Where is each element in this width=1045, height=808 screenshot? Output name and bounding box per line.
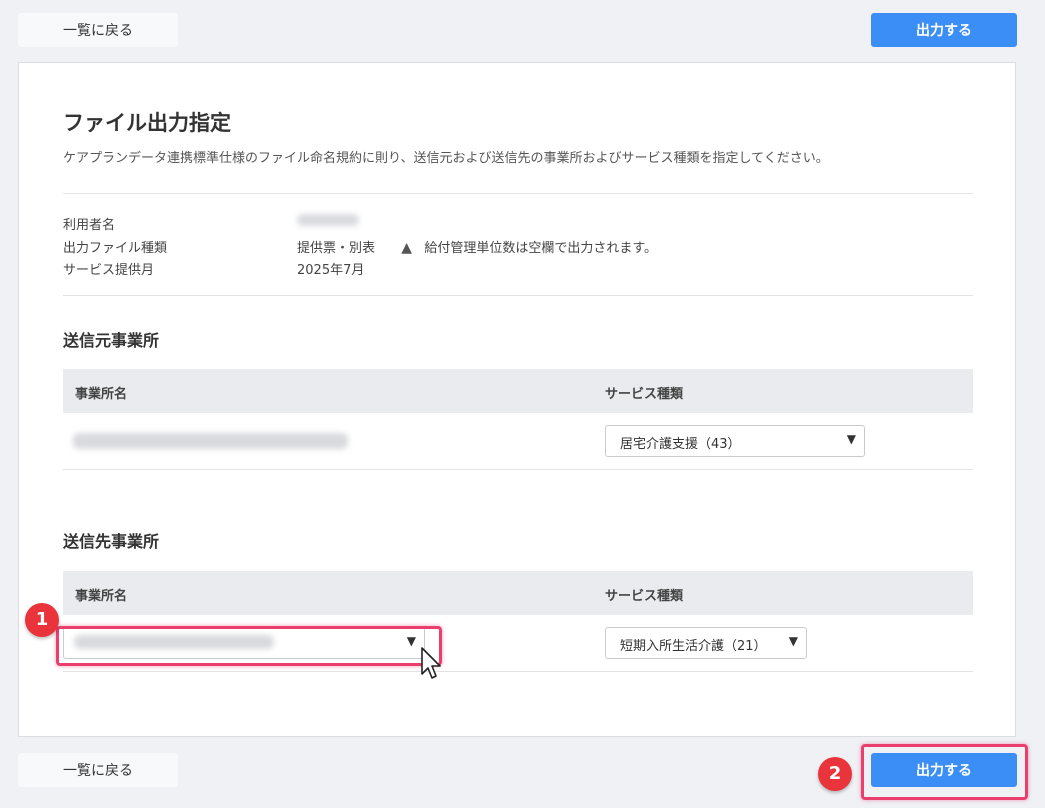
divider bbox=[63, 295, 973, 296]
receiver-col-service: サービス種類 bbox=[605, 589, 684, 604]
chevron-down-icon: ▼ bbox=[788, 634, 798, 648]
service-month-value: 2025年7月 bbox=[297, 263, 365, 278]
divider bbox=[63, 193, 973, 194]
page-description: ケアプランデータ連携標準仕様のファイル命名規約に則り、送信元および送信先の事業所… bbox=[63, 151, 829, 166]
sender-service-value: 居宅介護支援（43） bbox=[620, 437, 741, 452]
sender-office-name bbox=[73, 433, 348, 453]
receiver-service-value: 短期入所生活介護（21） bbox=[620, 639, 767, 654]
file-type-value-row: 提供票・別表 ▲ 給付管理単位数は空欄で出力されます。 bbox=[297, 237, 657, 256]
warning-text: 給付管理単位数は空欄で出力されます。 bbox=[424, 241, 658, 256]
sender-col-service: サービス種類 bbox=[605, 387, 684, 402]
receiver-service-select[interactable]: 短期入所生活介護（21） ▼ bbox=[605, 627, 807, 659]
service-month-label: サービス提供月 bbox=[63, 263, 155, 278]
sender-table-header: 事業所名 サービス種類 bbox=[63, 369, 973, 413]
file-type-label: 出力ファイル種類 bbox=[63, 241, 168, 256]
back-to-list-button-top[interactable]: 一覧に戻る bbox=[18, 13, 178, 47]
receiver-section-title: 送信先事業所 bbox=[63, 532, 160, 551]
page-title: ファイル出力指定 bbox=[63, 111, 231, 135]
back-to-list-button-bottom[interactable]: 一覧に戻る bbox=[18, 753, 178, 787]
mouse-cursor-icon bbox=[421, 647, 441, 679]
step2-badge: 2 bbox=[818, 757, 852, 791]
sender-section-title: 送信元事業所 bbox=[63, 331, 160, 350]
step1-badge: 1 bbox=[25, 603, 59, 637]
receiver-col-office: 事業所名 bbox=[75, 589, 128, 604]
sender-service-select[interactable]: 居宅介護支援（43） ▼ bbox=[605, 425, 865, 457]
step1-highlight bbox=[56, 626, 442, 666]
sender-table-row: 居宅介護支援（43） ▼ bbox=[63, 413, 973, 470]
output-button-top[interactable]: 出力する bbox=[871, 13, 1017, 47]
output-button-bottom[interactable]: 出力する bbox=[871, 753, 1017, 787]
user-name-label: 利用者名 bbox=[63, 218, 116, 233]
user-name-value bbox=[297, 214, 359, 230]
sender-col-office: 事業所名 bbox=[75, 387, 128, 402]
chevron-down-icon: ▼ bbox=[846, 432, 856, 446]
warning-icon: ▲ bbox=[401, 240, 413, 256]
file-type-value: 提供票・別表 bbox=[297, 241, 376, 256]
receiver-table-header: 事業所名 サービス種類 bbox=[63, 571, 973, 615]
